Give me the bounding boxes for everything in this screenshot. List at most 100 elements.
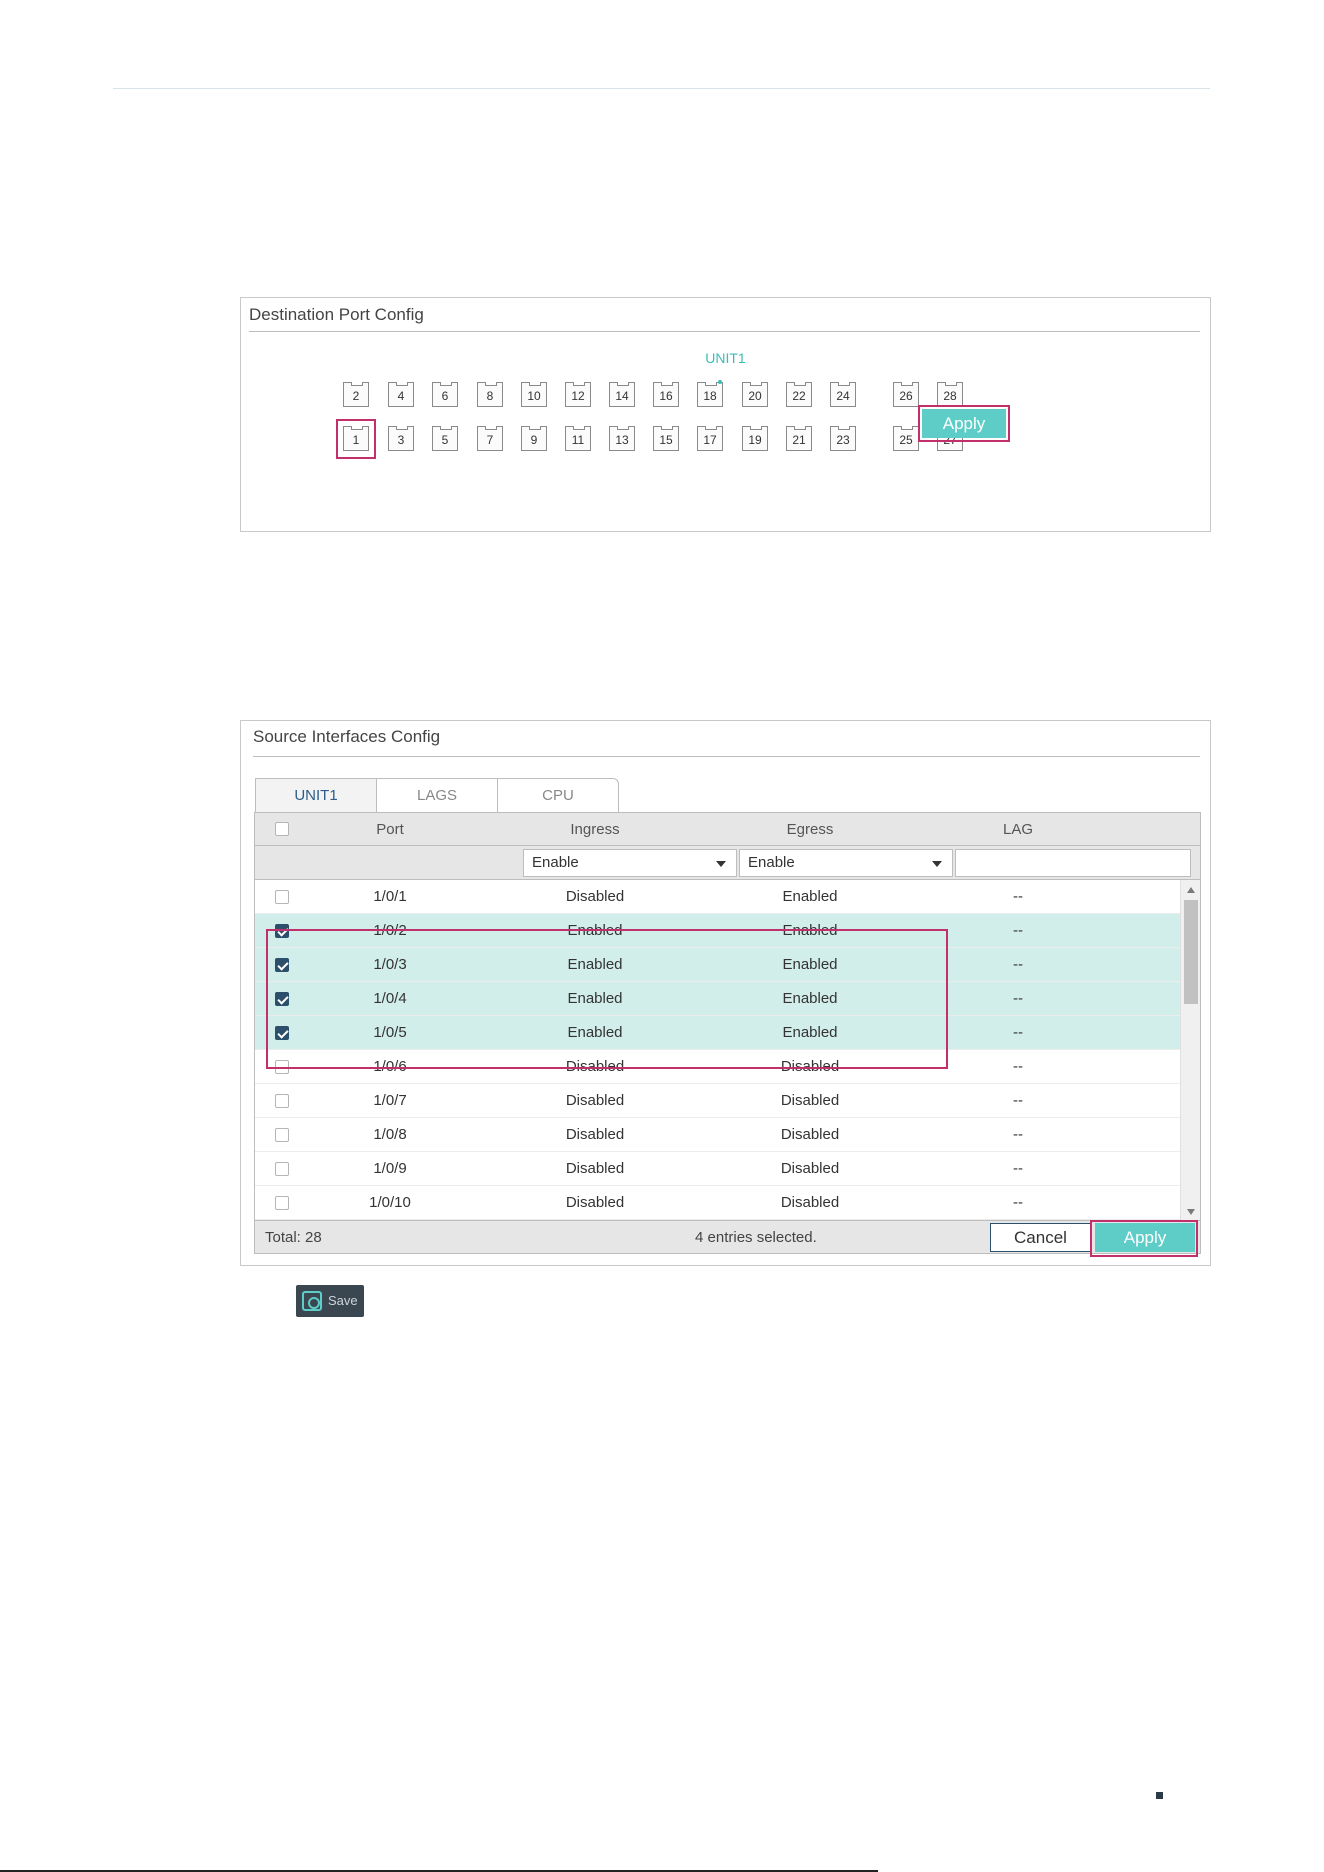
port-number: 5 (441, 433, 449, 447)
cell-lag: -- (1013, 1092, 1023, 1109)
egress-filter-select[interactable]: Enable (739, 849, 953, 877)
port-number: 11 (571, 433, 585, 447)
cell-ingress: Disabled (565, 1160, 625, 1177)
column-port: Port (376, 821, 404, 838)
port-number: 24 (836, 389, 850, 403)
port-17[interactable]: 17 (693, 422, 727, 456)
port-number: 20 (748, 389, 762, 403)
port-21[interactable]: 21 (782, 422, 816, 456)
cell-lag: -- (1013, 990, 1023, 1007)
port-23[interactable]: 23 (826, 422, 860, 456)
table-row[interactable]: 1/0/9 Disabled Disabled -- (255, 1152, 1180, 1186)
port-number: 9 (530, 433, 538, 447)
cell-egress: Disabled (780, 1092, 840, 1109)
port-number: 22 (792, 389, 806, 403)
row-checkbox[interactable] (275, 1128, 289, 1142)
port-5[interactable]: 5 (428, 422, 462, 456)
selected-count: 4 entries selected. (695, 1229, 817, 1246)
port-number: 3 (397, 433, 405, 447)
port-number: 14 (615, 389, 629, 403)
port-number: 28 (943, 389, 957, 403)
cell-egress: Disabled (780, 1194, 840, 1211)
port-8[interactable]: 8 (473, 378, 507, 412)
port-19[interactable]: 19 (738, 422, 772, 456)
scroll-thumb[interactable] (1184, 900, 1198, 1004)
cell-egress: Disabled (780, 1126, 840, 1143)
port-10[interactable]: 10 (517, 378, 551, 412)
row-checkbox[interactable] (275, 1094, 289, 1108)
egress-filter-value: Enable (748, 854, 795, 871)
cell-lag: -- (1013, 956, 1023, 973)
port-number: 15 (659, 433, 673, 447)
tab-cpu[interactable]: CPU (497, 778, 619, 812)
table-row[interactable]: 1/0/7 Disabled Disabled -- (255, 1084, 1180, 1118)
ingress-filter-select[interactable]: Enable (523, 849, 737, 877)
port-13[interactable]: 13 (605, 422, 639, 456)
vertical-scrollbar[interactable] (1180, 880, 1200, 1220)
cell-port: 1/0/10 (369, 1194, 411, 1211)
page-top-rule (113, 88, 1210, 89)
row-checkbox[interactable] (275, 1196, 289, 1210)
apply-highlight (1090, 1220, 1198, 1257)
port-22[interactable]: 22 (782, 378, 816, 412)
port-24[interactable]: 24 (826, 378, 860, 412)
port-number: 12 (571, 389, 585, 403)
cell-port: 1/0/8 (373, 1126, 407, 1143)
cell-ingress: Disabled (565, 888, 625, 905)
port-number: 6 (441, 389, 449, 403)
port-number: 8 (486, 389, 494, 403)
port-number: 23 (836, 433, 850, 447)
cell-ingress: Disabled (565, 1126, 625, 1143)
lag-filter-empty (955, 849, 1191, 877)
filter-row: Enable Enable (254, 846, 1201, 880)
chevron-down-icon (932, 861, 942, 867)
port-9[interactable]: 9 (517, 422, 551, 456)
destination-port-config-panel: Destination Port Config UNIT1 2 4 6 8 10 12 14… (240, 297, 1211, 532)
select-all-checkbox[interactable] (275, 822, 289, 836)
cell-ingress: Disabled (565, 1194, 625, 1211)
port-number: 4 (397, 389, 405, 403)
table-header: Port Ingress Egress LAG (254, 812, 1201, 846)
port-number: 2 (352, 389, 360, 403)
cell-lag: -- (1013, 1160, 1023, 1177)
port-3[interactable]: 3 (384, 422, 418, 456)
cell-lag: -- (1013, 1194, 1023, 1211)
tab-lags[interactable]: LAGS (376, 778, 498, 812)
port-number: 10 (527, 389, 541, 403)
cell-lag: -- (1013, 922, 1023, 939)
table-row[interactable]: 1/0/10 Disabled Disabled -- (255, 1186, 1180, 1220)
save-button[interactable]: Save (296, 1285, 364, 1317)
port-11[interactable]: 11 (561, 422, 595, 456)
table-footer: Total: 28 4 entries selected. Cancel App… (254, 1220, 1201, 1254)
port-number: 18 (703, 389, 717, 403)
port-14[interactable]: 14 (605, 378, 639, 412)
port-18[interactable]: 18 (693, 378, 727, 412)
port-number: 26 (899, 389, 913, 403)
row-checkbox[interactable] (275, 890, 289, 904)
scroll-down-icon[interactable] (1187, 1209, 1195, 1215)
tab-unit1[interactable]: UNIT1 (255, 778, 377, 812)
port-4[interactable]: 4 (384, 378, 418, 412)
port-20[interactable]: 20 (738, 378, 772, 412)
link-status-led (718, 380, 722, 384)
port-1[interactable]: 1 (336, 419, 376, 459)
scroll-up-icon[interactable] (1187, 887, 1195, 893)
column-ingress: Ingress (570, 821, 620, 838)
row-checkbox[interactable] (275, 1162, 289, 1176)
total-count: Total: 28 (265, 1229, 322, 1246)
port-15[interactable]: 15 (649, 422, 683, 456)
cell-lag: -- (1013, 1126, 1023, 1143)
cell-port: 1/0/7 (373, 1092, 407, 1109)
page-corner-mark (1156, 1792, 1163, 1799)
cell-egress: Disabled (780, 1160, 840, 1177)
port-2[interactable]: 2 (339, 378, 373, 412)
cell-lag: -- (1013, 1024, 1023, 1041)
table-row[interactable]: 1/0/1 Disabled Enabled -- (255, 880, 1180, 914)
port-7[interactable]: 7 (473, 422, 507, 456)
port-6[interactable]: 6 (428, 378, 462, 412)
port-16[interactable]: 16 (649, 378, 683, 412)
port-12[interactable]: 12 (561, 378, 595, 412)
cancel-button[interactable]: Cancel (990, 1223, 1091, 1252)
port-number: 1 (352, 433, 360, 447)
table-row[interactable]: 1/0/8 Disabled Disabled -- (255, 1118, 1180, 1152)
